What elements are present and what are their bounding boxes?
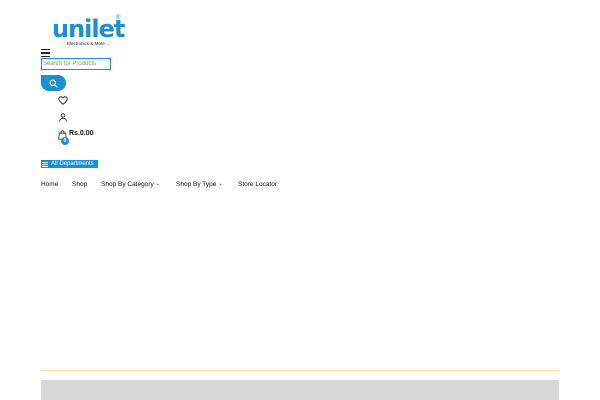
all-departments-button[interactable]: All Departments: [41, 160, 98, 168]
site-logo[interactable]: unilet ® Electronics & More ...: [52, 15, 125, 48]
nav-item-shop-by-type[interactable]: Shop By Type ⌄: [176, 179, 238, 189]
nav-item-shop-by-category[interactable]: Shop By Category ⌄: [101, 179, 176, 189]
cart-total[interactable]: Rs.0.00: [69, 130, 94, 137]
main-nav: Home Shop Shop By Category ⌄ Shop By Typ…: [41, 179, 277, 189]
nav-item-shop[interactable]: Shop: [72, 179, 101, 189]
heart-icon: [57, 95, 68, 105]
nav-item-label: Store Locator: [238, 180, 278, 188]
all-departments-label: All Departments: [51, 161, 94, 167]
nav-item-label: Shop By Type: [176, 180, 217, 188]
wishlist-button[interactable]: [57, 95, 68, 105]
chevron-down-icon: ⌄: [218, 181, 223, 187]
nav-item-label: Home: [41, 180, 59, 188]
logo-registered-mark: ®: [116, 15, 121, 21]
user-icon: [58, 112, 67, 122]
hamburger-menu-icon[interactable]: [41, 49, 50, 57]
nav-item-home[interactable]: Home: [41, 179, 72, 189]
list-icon: [42, 161, 48, 168]
nav-item-label: Shop By Category: [101, 180, 154, 188]
section-divider: [41, 370, 559, 371]
account-button[interactable]: [58, 112, 67, 122]
cart-count-badge: 0: [61, 137, 69, 145]
chevron-down-icon: ⌄: [155, 181, 160, 187]
footer-band: [41, 380, 559, 400]
search-button[interactable]: [41, 75, 66, 91]
logo-tagline: Electronics & More ...: [67, 41, 110, 46]
search-icon: [49, 79, 58, 88]
search-input[interactable]: [41, 58, 111, 70]
nav-item-store-locator[interactable]: Store Locator: [238, 179, 277, 189]
nav-item-label: Shop: [72, 180, 88, 188]
logo-wordmark: unilet: [52, 15, 125, 43]
